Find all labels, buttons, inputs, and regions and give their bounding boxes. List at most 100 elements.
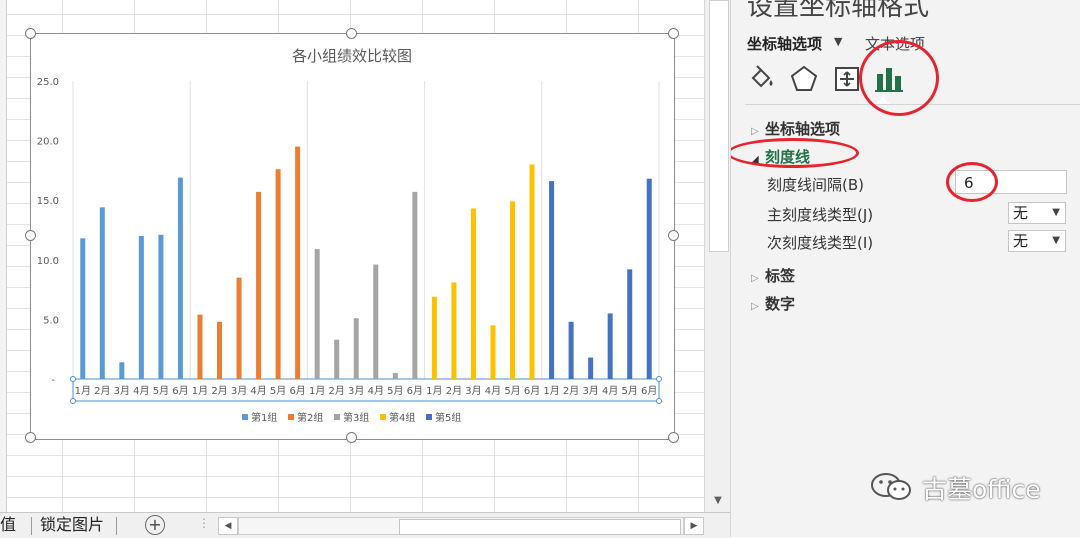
x-tick-label: 2月 (211, 385, 227, 397)
y-tick-label: 5.0 (43, 315, 59, 326)
x-tick-label: 4月 (250, 385, 266, 397)
size-properties-icon[interactable] (832, 64, 862, 94)
x-tick-label: 5月 (270, 385, 286, 397)
x-tick-label: 6月 (407, 385, 423, 397)
bar-第5组-1月 (549, 181, 555, 379)
x-tick-label: 1月 (75, 385, 91, 397)
bar-第4组-2月 (451, 282, 457, 379)
row-header-edge (0, 0, 7, 512)
chevron-right-icon: ▷ (751, 126, 759, 137)
annotation-circle-tick-marks (731, 138, 859, 168)
bar-第4组-6月 (529, 164, 535, 379)
bar-第1组-2月 (99, 207, 105, 379)
bar-第4组-3月 (470, 208, 476, 379)
major-tick-type-label: 主刻度线类型(J) (767, 206, 874, 224)
splitter-dots-icon[interactable]: ⋮ (198, 516, 210, 530)
x-tick-label: 1月 (543, 385, 559, 397)
legend-swatch (380, 414, 386, 420)
bar-第2组-6月 (295, 146, 301, 379)
scroll-left-arrow-icon[interactable]: ◀ (218, 517, 238, 535)
tab-separator (31, 517, 32, 535)
sheet-tab-bar: 值 锁定图片 + ⋮ ◀ ▶ (0, 512, 730, 538)
legend-swatch (288, 414, 294, 420)
x-tick-label: 2月 (329, 385, 345, 397)
x-tick-label: 6月 (524, 385, 540, 397)
axis-selection-handle (656, 398, 662, 404)
bar-第2组-5月 (275, 169, 281, 379)
sheet-tab-values[interactable]: 值 (0, 513, 30, 537)
x-tick-label: 1月 (426, 385, 442, 397)
legend-swatch (426, 414, 432, 420)
chart-canvas[interactable]: 各小组绩效比较图-5.010.015.020.025.01月 2月 3月 4月 5月 6月… (31, 34, 674, 439)
y-tick-label: 25.0 (37, 77, 59, 88)
x-tick-label: 1月 (309, 385, 325, 397)
axis-selection-handle (70, 398, 76, 404)
bar-第4组-5月 (510, 201, 515, 379)
fill-line-icon[interactable] (747, 64, 777, 94)
x-tick-label: 3月 (231, 385, 247, 397)
bar-第3组-1月 (314, 249, 320, 379)
bar-第5组-2月 (568, 321, 574, 379)
chevron-down-icon[interactable]: ▼ (834, 35, 842, 48)
vertical-scrollbar[interactable]: ▼ (704, 0, 731, 512)
minor-tick-type-select[interactable]: 无 ▼ (1008, 230, 1066, 252)
x-tick-label: 1月 (192, 385, 208, 397)
resize-handle-tr[interactable] (668, 28, 679, 39)
bar-第5组-5月 (627, 269, 633, 379)
bar-第2组-1月 (197, 314, 203, 379)
add-sheet-plus-icon[interactable]: + (145, 515, 165, 535)
horizontal-scrollbar[interactable] (238, 517, 684, 535)
annotation-circle-chart-icon (859, 40, 939, 116)
bar-第4组-1月 (431, 296, 437, 379)
x-tick-label: 3月 (582, 385, 598, 397)
x-tick-label: 3月 (114, 385, 130, 397)
resize-handle-mr[interactable] (668, 230, 679, 241)
x-tick-label: 6月 (172, 385, 188, 397)
worksheet-grid[interactable]: 各小组绩效比较图 -5.0 10.0 15.0 20.0 25.0 1月 2月 3月 4月 5月 6月… (0, 0, 704, 512)
resize-handle-ml[interactable] (25, 230, 36, 241)
x-tick-label: 2月 (446, 385, 462, 397)
format-axis-pane: 设置坐标轴格式 坐标轴选项 ▼ 文本选项 ▷ 坐标轴选项 ◢ 刻度线 刻度线间隔(B… (730, 0, 1080, 537)
annotation-circle-interval (946, 162, 998, 202)
scroll-right-arrow-icon[interactable]: ▶ (684, 517, 704, 535)
tab-axis-options[interactable]: 坐标轴选项 (747, 33, 822, 54)
bar-第1组-1月 (80, 238, 86, 379)
effects-pentagon-icon[interactable] (789, 64, 819, 94)
section-number[interactable]: ▷ 数字 (751, 293, 795, 314)
legend-swatch (242, 414, 248, 420)
bar-第1组-3月 (119, 362, 125, 379)
resize-handle-bl[interactable] (25, 432, 36, 443)
vertical-scroll-thumb[interactable] (709, 0, 729, 252)
resize-handle-br[interactable] (668, 432, 679, 443)
scroll-down-arrow-icon[interactable]: ▼ (709, 494, 727, 508)
bar-第3组-2月 (334, 339, 340, 379)
resize-handle-tc[interactable] (346, 28, 357, 39)
tick-interval-label: 刻度线间隔(B) (767, 176, 864, 194)
sheet-tab-lock-picture[interactable]: 锁定图片 (36, 513, 108, 537)
section-labels[interactable]: ▷ 标签 (751, 265, 795, 286)
section-axis-options[interactable]: ▷ 坐标轴选项 (751, 118, 840, 139)
x-tick-label: 5月 (622, 385, 638, 397)
x-tick-label: 3月 (465, 385, 481, 397)
bar-第2组-3月 (236, 277, 242, 379)
bar-第3组-4月 (373, 264, 379, 379)
axis-selection-handle (656, 376, 662, 382)
wechat-logo-icon (871, 473, 911, 500)
chevron-down-icon: ▼ (1052, 235, 1060, 246)
x-tick-label: 3月 (348, 385, 364, 397)
legend-swatch (334, 414, 340, 420)
major-tick-type-select[interactable]: 无 ▼ (1008, 202, 1066, 224)
chart-area[interactable]: 各小组绩效比较图 -5.0 10.0 15.0 20.0 25.0 1月 2月 3月 4月 5月 6月… (30, 33, 675, 440)
section-axis-options-label: 坐标轴选项 (765, 120, 841, 138)
x-tick-label: 4月 (485, 385, 501, 397)
resize-handle-tl[interactable] (25, 28, 36, 39)
chart-title: 各小组绩效比较图 (292, 47, 412, 65)
chevron-right-icon: ▷ (751, 301, 759, 312)
x-tick-label: 5月 (153, 385, 169, 397)
legend-label: 第1组 (251, 411, 277, 424)
horizontal-scroll-thumb[interactable] (399, 519, 681, 535)
y-tick-label: 10.0 (37, 256, 59, 267)
bar-第2组-4月 (256, 191, 262, 379)
resize-handle-bc[interactable] (346, 432, 357, 443)
x-tick-label: 4月 (133, 385, 149, 397)
